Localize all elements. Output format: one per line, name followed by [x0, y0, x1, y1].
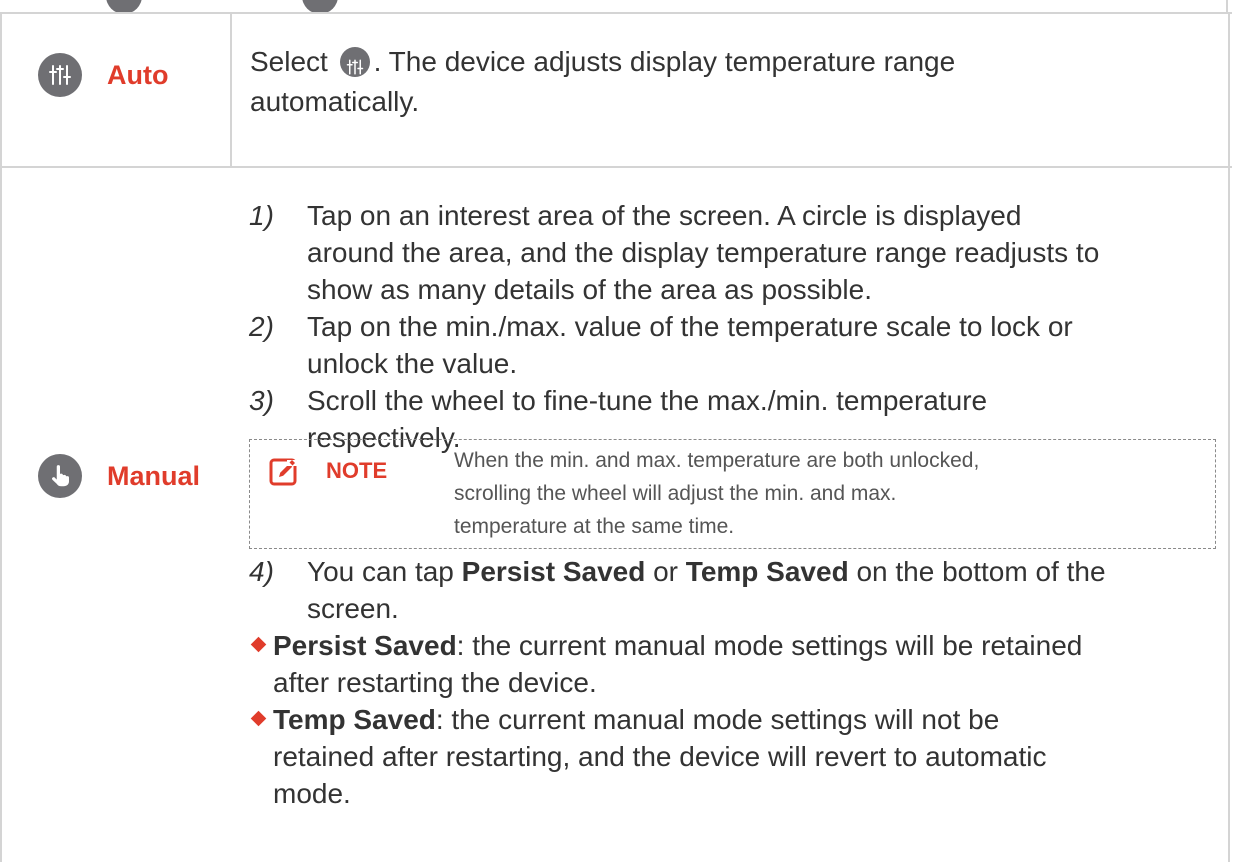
- note-box: NOTE When the min. and max. temperature …: [249, 439, 1216, 549]
- note-label: NOTE: [326, 458, 388, 483]
- table-border: [1226, 0, 1228, 12]
- step-text: Tap on an interest area of the screen. A…: [307, 200, 1022, 231]
- step-text: or: [645, 556, 686, 587]
- mode-label-manual: Manual: [107, 461, 201, 491]
- step-number: 1): [249, 200, 274, 231]
- auto-text: . The device adjusts display temperature…: [373, 46, 956, 77]
- step-1: 1) Tap on an interest area of the screen…: [249, 197, 1229, 308]
- step-text: show as many details of the area as poss…: [307, 274, 872, 305]
- row-divider: [2, 166, 1232, 168]
- sliders-icon: [38, 53, 82, 97]
- step-number: 2): [249, 311, 274, 342]
- step-text: on the bottom of the: [848, 556, 1106, 587]
- bullet-text: : the current manual mode settings will …: [435, 704, 1000, 735]
- bullet-temp-saved: Temp Saved: the current manual mode sett…: [249, 701, 1229, 812]
- step-2: 2) Tap on the min./max. value of the tem…: [249, 308, 1229, 382]
- temp-saved-term: Temp Saved: [685, 556, 849, 587]
- auto-text: automatically.: [250, 86, 420, 117]
- note-line: scrolling the wheel will adjust the min.…: [454, 482, 897, 505]
- bullet-text: after restarting the device.: [273, 667, 597, 698]
- note-line: temperature at the same time.: [454, 515, 735, 538]
- note-line: When the min. and max. temperature are b…: [454, 449, 980, 472]
- step-text: screen.: [307, 593, 399, 624]
- edit-note-icon: [268, 456, 300, 488]
- auto-description: Select . The device adjusts display temp…: [250, 42, 1220, 122]
- step-4: 4) You can tap Persist Saved or Temp Sav…: [249, 553, 1229, 627]
- hand-pointer-icon: [38, 454, 82, 498]
- step-number: 3): [249, 385, 274, 416]
- bullet-term: Temp Saved: [273, 704, 436, 735]
- bullet-text: : the current manual mode settings will …: [456, 630, 1083, 661]
- persist-saved-term: Persist Saved: [461, 556, 646, 587]
- bullet-text: retained after restarting, and the devic…: [273, 741, 1047, 772]
- sliders-icon: [339, 47, 370, 77]
- step-text: unlock the value.: [307, 348, 518, 379]
- step-text: around the area, and the display tempera…: [307, 237, 1100, 268]
- column-divider: [230, 12, 232, 166]
- step-text: Scroll the wheel to fine-tune the max./m…: [307, 385, 988, 416]
- step-text: Tap on the min./max. value of the temper…: [307, 311, 1073, 342]
- diamond-bullet-icon: [250, 636, 267, 653]
- note-text: When the min. and max. temperature are b…: [454, 444, 1194, 543]
- bullet-persist-saved: Persist Saved: the current manual mode s…: [249, 627, 1229, 701]
- previous-row-fragment: [0, 0, 1234, 14]
- bullet-term: Persist Saved: [273, 630, 457, 661]
- step-text: You can tap: [307, 556, 462, 587]
- bullet-text: mode.: [273, 778, 351, 809]
- diamond-bullet-icon: [250, 710, 267, 727]
- auto-text: Select: [250, 46, 328, 77]
- row-divider: [2, 12, 1232, 14]
- mode-label-auto: Auto: [107, 60, 169, 90]
- step-number: 4): [249, 556, 274, 587]
